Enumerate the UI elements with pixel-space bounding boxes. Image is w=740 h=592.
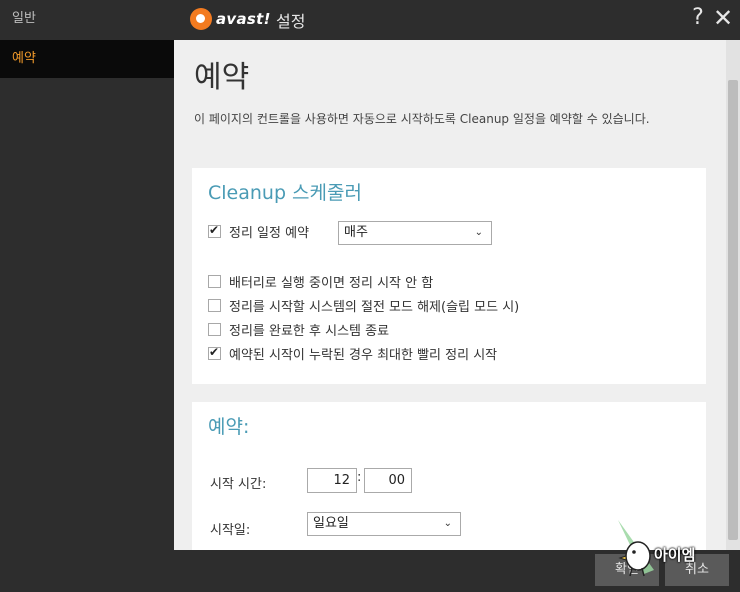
scroll-thumb[interactable] — [728, 80, 738, 540]
page-title: 예약 — [194, 60, 250, 95]
schedule-row[interactable]: 정리 일정 예약 — [208, 222, 309, 241]
start-time-label: 시작 시간: — [210, 477, 267, 492]
watermark-mascot: 아이엠 — [614, 516, 710, 592]
minute-input[interactable]: 00 — [364, 468, 412, 493]
option-row[interactable]: 정리를 완료한 후 시스템 종료 — [208, 320, 389, 339]
battery-checkbox[interactable] — [208, 275, 221, 288]
start-day-label: 시작일: — [210, 523, 251, 538]
start-day-select[interactable]: 일요일 ⌄ — [307, 512, 461, 536]
frequency-value: 매주 — [344, 225, 368, 240]
brand-name: avast! — [216, 10, 271, 28]
option-row[interactable]: 정리를 시작할 시스템의 절전 모드 해제(슬립 모드 시) — [208, 296, 519, 315]
chevron-down-icon: ⌄ — [443, 518, 452, 529]
sidebar-item-schedule[interactable]: 예약 — [0, 40, 174, 78]
option-label: 정리를 시작할 시스템의 절전 모드 해제(슬립 모드 시) — [229, 300, 520, 315]
scheduler-card: Cleanup 스케줄러 정리 일정 예약 매주 ⌄ 배터리로 실행 중이면 정… — [192, 168, 706, 384]
hour-input[interactable]: 12 — [307, 468, 357, 493]
shutdown-checkbox[interactable] — [208, 323, 221, 336]
timing-title: 예약: — [208, 416, 250, 438]
start-day-value: 일요일 — [313, 516, 349, 531]
sidebar-item-general[interactable]: 일반 — [0, 0, 174, 38]
window-title: 설정 — [276, 12, 306, 31]
option-label: 정리를 완료한 후 시스템 종료 — [229, 324, 390, 339]
option-label: 예약된 시작이 누락된 경우 최대한 빨리 정리 시작 — [229, 348, 498, 363]
avast-logo: avast! — [190, 6, 271, 32]
watermark-text: 아이엠 — [654, 546, 696, 564]
time-separator: : — [357, 470, 362, 485]
option-row[interactable]: 예약된 시작이 누락된 경우 최대한 빨리 정리 시작 — [208, 344, 497, 363]
vertical-scrollbar[interactable] — [726, 40, 740, 550]
frequency-select[interactable]: 매주 ⌄ — [338, 221, 492, 245]
help-button[interactable]: ? — [688, 5, 708, 31]
missed-start-checkbox[interactable] — [208, 345, 221, 360]
wake-checkbox[interactable] — [208, 299, 221, 312]
page-description: 이 페이지의 컨트롤을 사용하면 자동으로 시작하도록 Cleanup 일정을 … — [194, 112, 650, 126]
avast-ball-icon — [190, 8, 212, 30]
close-button[interactable]: ✕ — [710, 5, 736, 31]
content-panel: 예약 이 페이지의 컨트롤을 사용하면 자동으로 시작하도록 Cleanup 일… — [174, 40, 740, 550]
chevron-down-icon: ⌄ — [474, 227, 483, 238]
option-label: 배터리로 실행 중이면 정리 시작 안 함 — [229, 276, 434, 291]
schedule-checkbox[interactable] — [208, 223, 221, 238]
schedule-label: 정리 일정 예약 — [229, 226, 310, 241]
sidebar: 일반 예약 — [0, 0, 174, 592]
option-row[interactable]: 배터리로 실행 중이면 정리 시작 안 함 — [208, 272, 433, 291]
scheduler-title: Cleanup 스케줄러 — [208, 182, 362, 204]
